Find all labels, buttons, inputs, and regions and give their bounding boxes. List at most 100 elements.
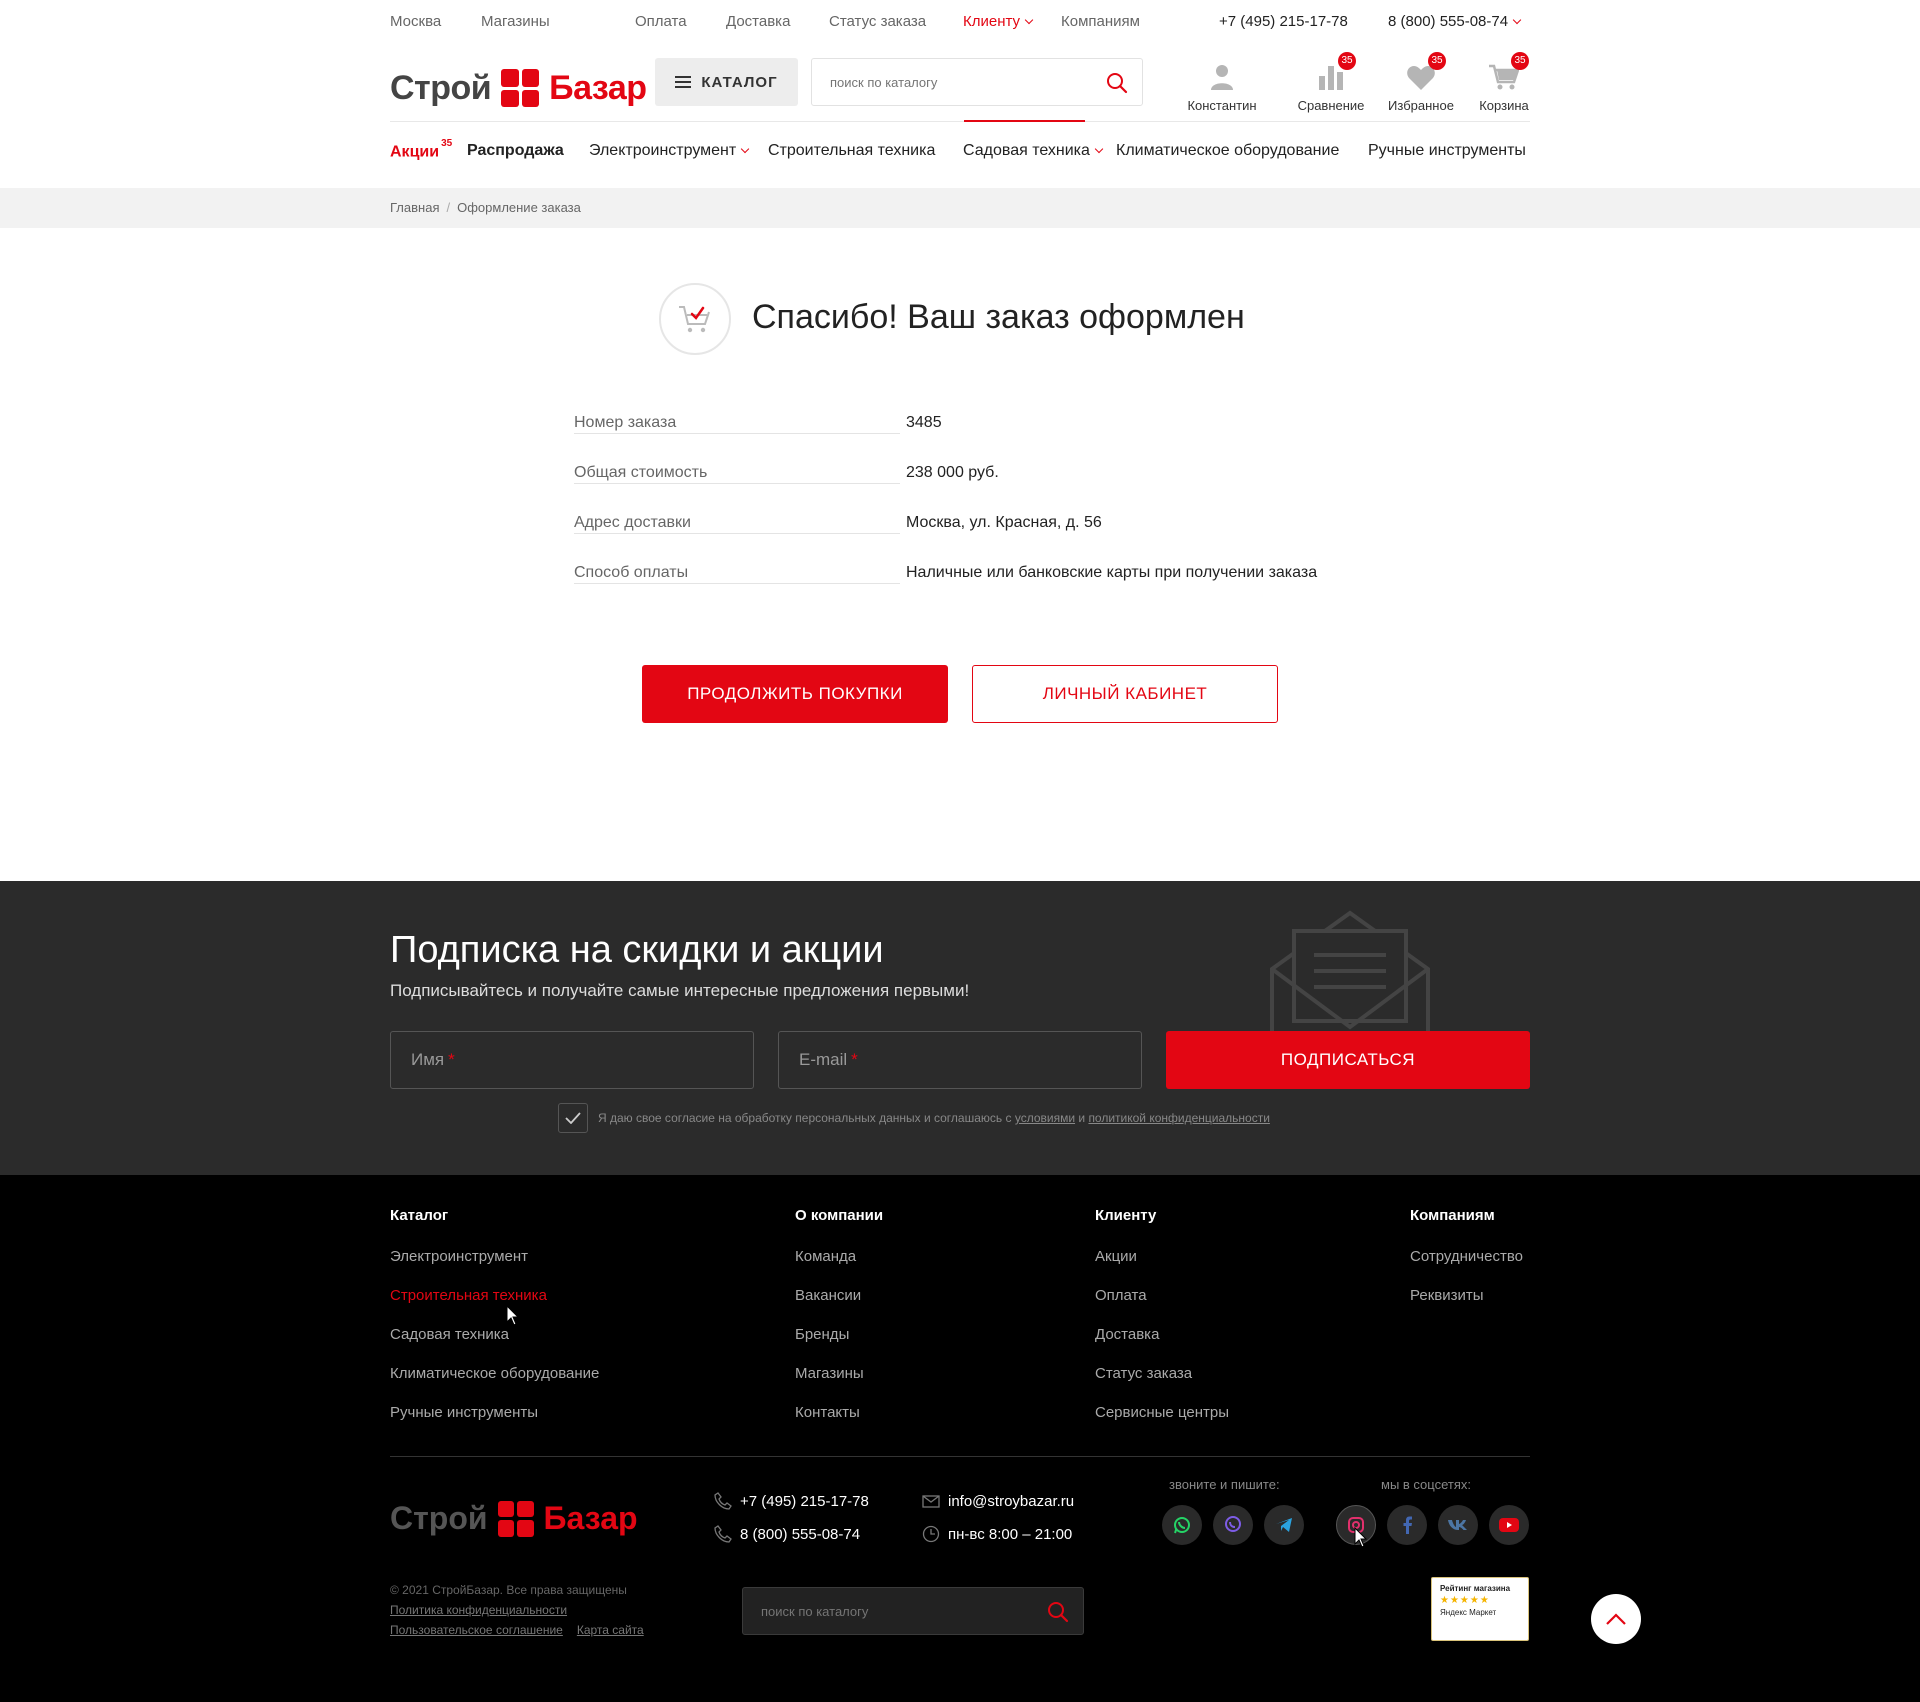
scroll-to-top-button[interactable]: [1591, 1594, 1641, 1644]
dotted-leader: [574, 583, 900, 584]
logo-word-2: Базар: [543, 1500, 638, 1536]
footer-link[interactable]: Оплата: [1095, 1287, 1229, 1304]
footer-link[interactable]: Магазины: [795, 1365, 883, 1382]
footer-phone-2[interactable]: 8 (800) 555-08-74: [714, 1525, 860, 1543]
catalog-button-label: КАТАЛОГ: [701, 73, 778, 91]
footer-hours-text: пн-вс 8:00 – 21:00: [948, 1525, 1073, 1543]
phone-link-1[interactable]: +7 (495) 215-17-78: [1219, 13, 1348, 30]
viber-button[interactable]: [1213, 1505, 1253, 1545]
nav-item-garden-machinery[interactable]: Садовая техника: [963, 142, 1104, 160]
breadcrumb: Главная / Оформление заказа: [390, 200, 581, 215]
vk-button[interactable]: [1438, 1505, 1478, 1545]
chevron-down-icon: [1512, 15, 1522, 25]
catalog-button[interactable]: КАТАЛОГ: [655, 58, 798, 106]
clock-icon: [922, 1525, 940, 1543]
nav-item-hand-tools[interactable]: Ручные инструменты: [1368, 142, 1526, 160]
breadcrumb-home[interactable]: Главная: [390, 200, 439, 215]
footer-link[interactable]: Статус заказа: [1095, 1365, 1229, 1382]
footer-link[interactable]: Бренды: [795, 1326, 883, 1343]
footer-link[interactable]: Контакты: [795, 1404, 883, 1421]
yandex-market-rating-badge[interactable]: Рейтинг магазина ★★★★★ Яндекс Маркет: [1431, 1577, 1529, 1641]
city-selector[interactable]: Москва: [390, 13, 441, 30]
compare-count-badge: 35: [1338, 52, 1356, 70]
consent-checkbox[interactable]: [558, 1103, 588, 1133]
phone-2: 8 (800) 555-08-74: [1388, 13, 1509, 30]
footer-link[interactable]: Реквизиты: [1410, 1287, 1523, 1304]
youtube-button[interactable]: [1489, 1505, 1529, 1545]
cart-check-icon: [679, 306, 710, 333]
nav-divider: [390, 121, 1530, 122]
favorites-button[interactable]: 35 Избранное: [1376, 52, 1466, 113]
cart-label: Корзина: [1479, 98, 1529, 113]
footer-link[interactable]: Доставка: [1095, 1326, 1229, 1343]
footer-link[interactable]: Ручные инструменты: [390, 1404, 599, 1421]
chevron-down-icon: [1024, 15, 1034, 25]
payment-method-value: Наличные или банковские карты при получе…: [906, 564, 1318, 581]
payment-method-key: Способ оплаты: [574, 564, 691, 581]
subscribe-button[interactable]: ПОДПИСАТЬСЯ: [1166, 1031, 1530, 1089]
footer-link[interactable]: Садовая техника: [390, 1326, 599, 1343]
logo-mark-icon: [497, 1500, 534, 1537]
footer-phone-1[interactable]: +7 (495) 215-17-78: [714, 1492, 869, 1510]
phone-menu[interactable]: 8 (800) 555-08-74: [1388, 13, 1522, 30]
logo-mark-icon: [501, 69, 540, 107]
account-button[interactable]: Константин: [1177, 56, 1267, 113]
nav-item-promotions[interactable]: Акции 35: [390, 138, 452, 161]
facebook-button[interactable]: [1387, 1505, 1427, 1545]
delivery-link[interactable]: Доставка: [726, 13, 790, 30]
search-input[interactable]: [812, 59, 1082, 105]
sitemap-link[interactable]: Карта сайта: [577, 1623, 644, 1637]
footer-legal: © 2021 СтройБазар. Все права защищены По…: [390, 1580, 658, 1640]
footer-email[interactable]: info@stroybazar.ru: [922, 1492, 1074, 1510]
nav-item-label: Акции: [390, 143, 440, 161]
nav-item-construction-machinery[interactable]: Строительная техника: [768, 142, 935, 160]
search-icon[interactable]: [1047, 1601, 1069, 1623]
logo[interactable]: Строй Базар: [390, 64, 647, 112]
footer-link[interactable]: Акции: [1095, 1248, 1229, 1265]
personal-account-button[interactable]: ЛИЧНЫЙ КАБИНЕТ: [972, 665, 1278, 723]
whatsapp-button[interactable]: [1162, 1505, 1202, 1545]
telegram-button[interactable]: [1264, 1505, 1304, 1545]
footer-link[interactable]: Электроинструмент: [390, 1248, 599, 1265]
privacy-policy-link[interactable]: Политика конфиденциальности: [390, 1603, 567, 1617]
continue-shopping-button[interactable]: ПРОДОЛЖИТЬ ПОКУПКИ: [642, 665, 948, 723]
cart-button[interactable]: 35 Корзина: [1459, 52, 1549, 113]
footer-link[interactable]: Строительная техника: [390, 1287, 599, 1304]
footer-search-input[interactable]: [743, 1588, 1023, 1634]
footer-company-column: О компании Команда Вакансии Бренды Магаз…: [795, 1207, 883, 1443]
order-status-link[interactable]: Статус заказа: [829, 13, 926, 30]
footer-catalog-column: Каталог Электроинструмент Строительная т…: [390, 1207, 599, 1443]
footer-link[interactable]: Сотрудничество: [1410, 1248, 1523, 1265]
top-bar: Москва Магазины Оплата Доставка Статус з…: [390, 0, 1530, 44]
subscribe-section: Подписка на скидки и акции Подписывайтес…: [0, 881, 1920, 1175]
payment-link[interactable]: Оплата: [635, 13, 687, 30]
nav-item-climate-equipment[interactable]: Климатическое оборудование: [1116, 142, 1339, 160]
footer-link[interactable]: Сервисные центры: [1095, 1404, 1229, 1421]
compare-button[interactable]: 35 Сравнение: [1286, 52, 1376, 113]
companies-link[interactable]: Компаниям: [1061, 13, 1140, 30]
nav-item-power-tools[interactable]: Электроинструмент: [589, 142, 750, 160]
footer-client-column: Клиенту Акции Оплата Доставка Статус зак…: [1095, 1207, 1229, 1443]
footer-link[interactable]: Команда: [795, 1248, 883, 1265]
footer-logo[interactable]: Строй Базар: [390, 1500, 638, 1537]
name-field[interactable]: Имя *: [390, 1031, 754, 1089]
dotted-leader: [574, 533, 900, 534]
search-icon[interactable]: [1106, 72, 1128, 94]
user-icon: [1211, 65, 1233, 90]
payment-method-row: Способ оплаты Наличные или банковские ка…: [574, 564, 1374, 588]
required-mark: *: [448, 1050, 455, 1069]
terms-link[interactable]: условиями: [1015, 1111, 1075, 1125]
footer-link[interactable]: Вакансии: [795, 1287, 883, 1304]
email-field[interactable]: E-mail *: [778, 1031, 1142, 1089]
logo-word-1: Строй: [390, 68, 492, 107]
stores-link[interactable]: Магазины: [481, 13, 550, 30]
breadcrumb-bar: Главная / Оформление заказа: [0, 188, 1920, 228]
mail-icon: [922, 1495, 940, 1508]
client-menu[interactable]: Клиенту: [963, 13, 1034, 30]
footer-link[interactable]: Климатическое оборудование: [390, 1365, 599, 1382]
user-agreement-link[interactable]: Пользовательское соглашение: [390, 1623, 563, 1637]
main-nav: Акции 35 Распродажа Электроинструмент Стр…: [390, 138, 1530, 166]
nav-item-sale[interactable]: Распродажа: [467, 142, 564, 160]
privacy-policy-link[interactable]: политикой конфиденциальности: [1088, 1111, 1269, 1125]
order-total-key: Общая стоимость: [574, 464, 710, 481]
